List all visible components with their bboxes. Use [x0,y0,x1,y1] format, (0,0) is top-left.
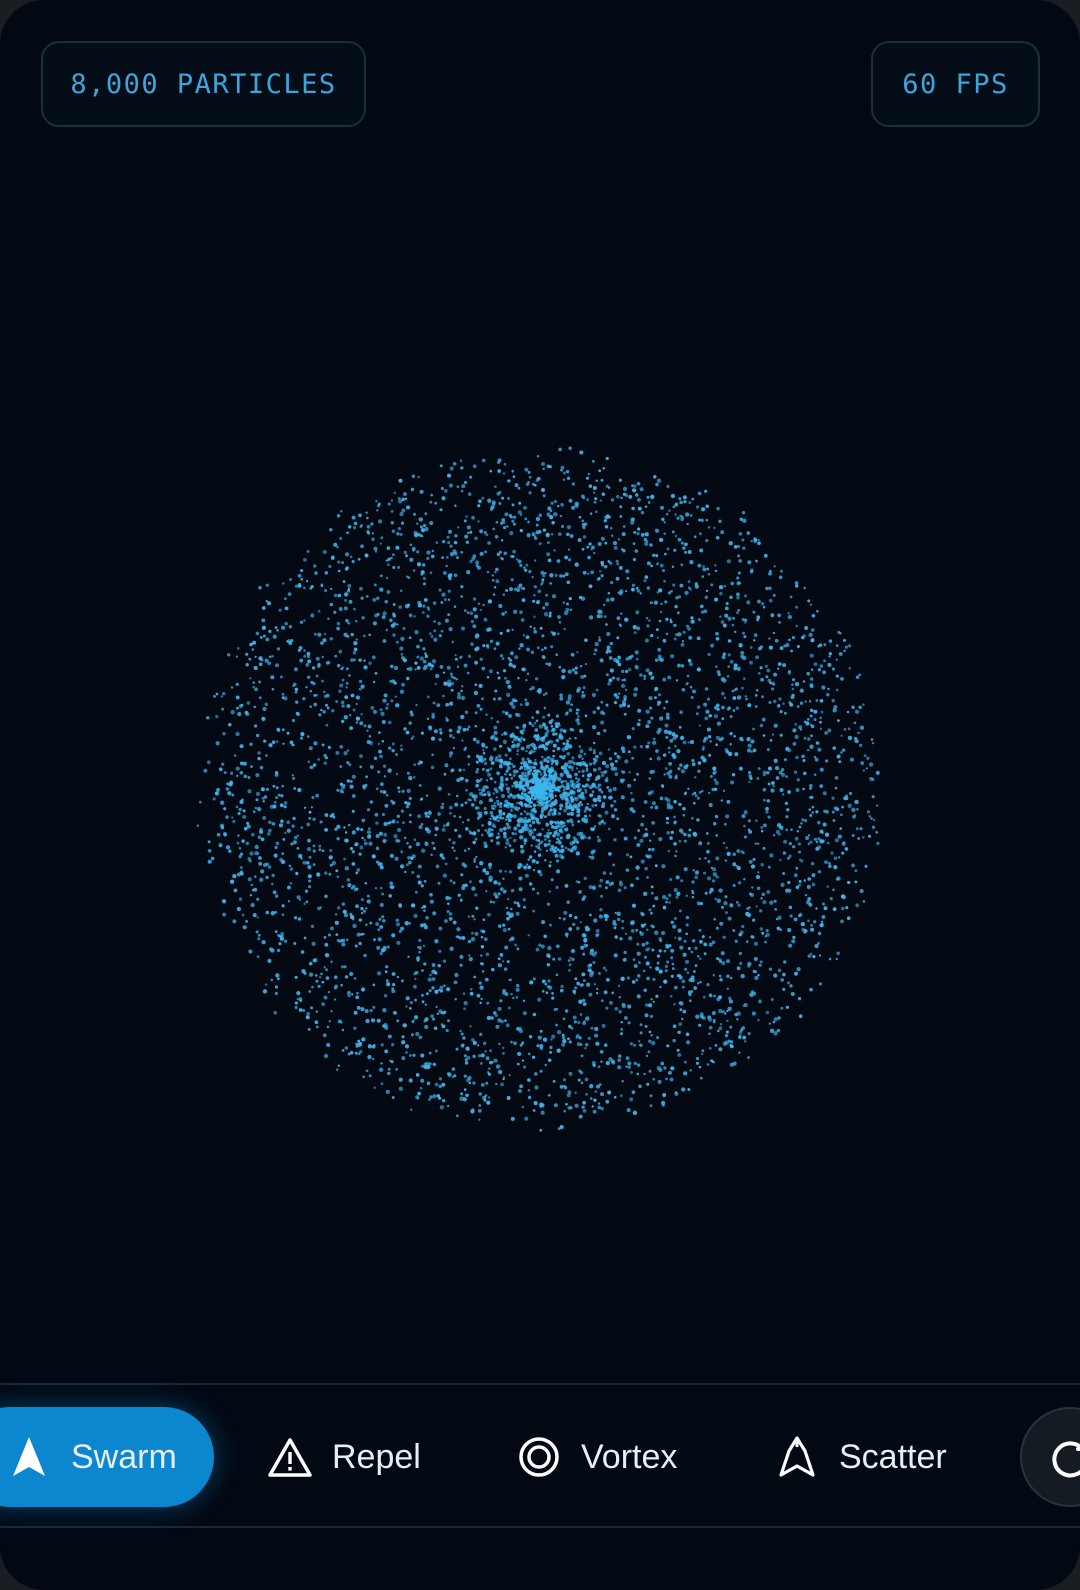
particle-canvas[interactable] [0,0,1080,1380]
mode-label-swarm: Swarm [71,1437,177,1476]
particle-count-label: 8,000 PARTICLES [70,68,337,100]
refresh-icon [1044,1433,1080,1485]
mode-button-repel[interactable]: Repel [266,1407,421,1507]
particle-count-badge: 8,000 PARTICLES [41,41,366,127]
scatter-arrow-icon [773,1433,821,1481]
app-frame: 8,000 PARTICLES 60 FPS Swarm Repel Vorte… [0,0,1080,1590]
mode-button-vortex[interactable]: Vortex [515,1407,677,1507]
fps-badge: 60 FPS [871,41,1040,127]
warning-triangle-icon [266,1433,314,1481]
mode-label-vortex: Vortex [581,1437,678,1476]
mode-label-scatter: Scatter [839,1437,947,1476]
mode-button-swarm[interactable]: Swarm [0,1407,214,1507]
navigation-arrow-icon [5,1433,53,1481]
reset-button[interactable] [1020,1407,1080,1507]
mode-toolbar: Swarm Repel Vortex Scatter [0,1383,1080,1528]
mode-button-scatter[interactable]: Scatter [773,1407,947,1507]
mode-label-repel: Repel [332,1437,421,1476]
fps-label: 60 FPS [902,68,1009,100]
particle-field[interactable] [0,0,1080,1380]
particle-cloud [196,446,880,1132]
target-rings-icon [515,1433,563,1481]
